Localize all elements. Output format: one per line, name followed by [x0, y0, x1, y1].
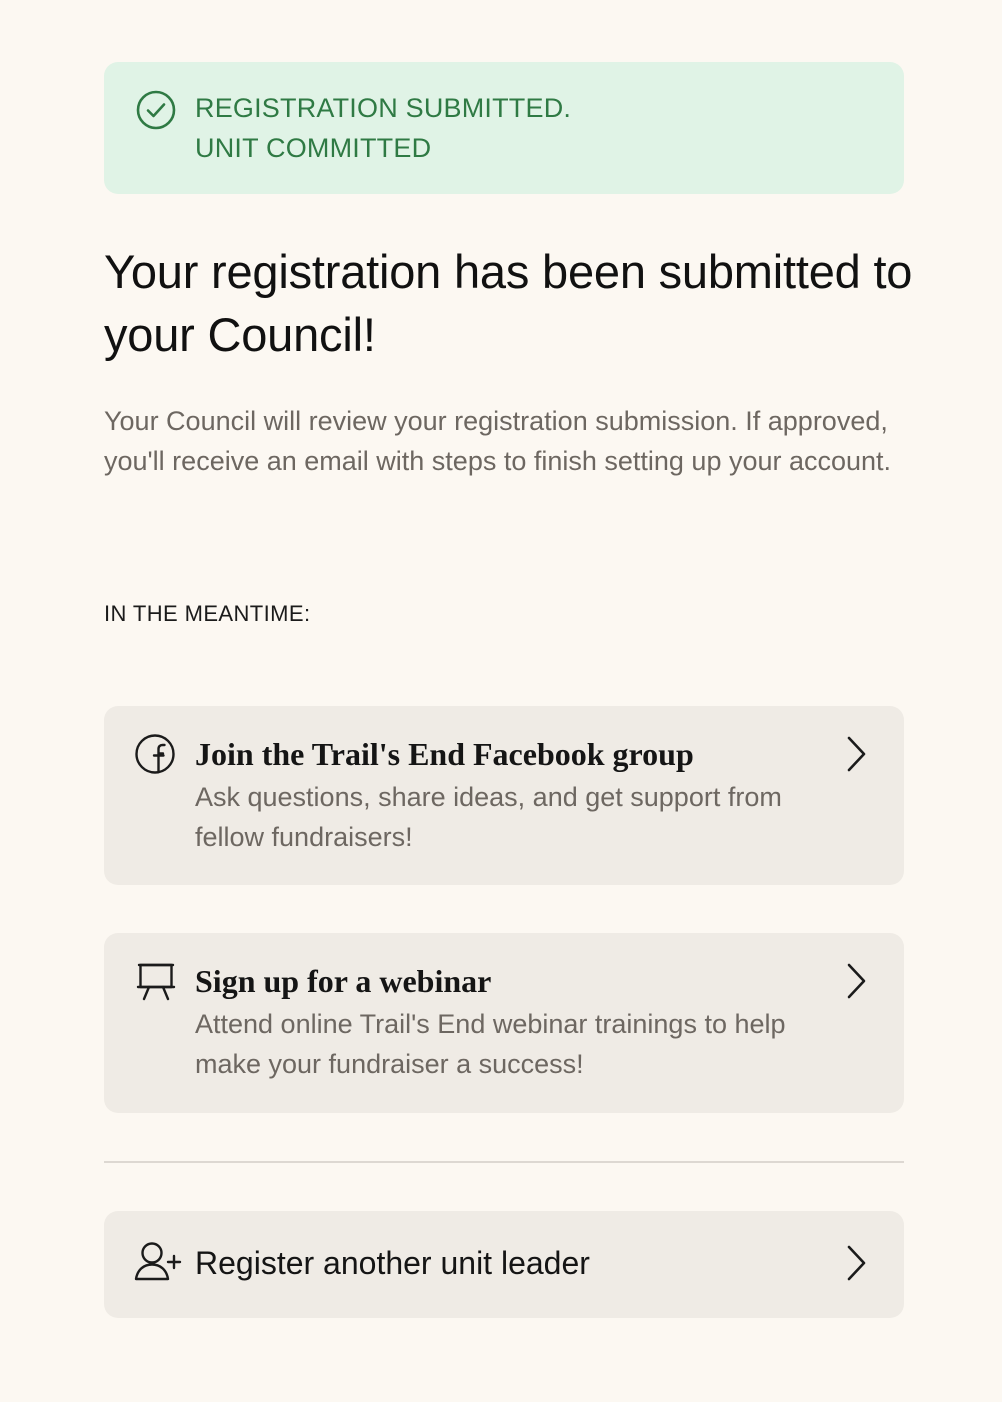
success-banner: REGISTRATION SUBMITTED. UNIT COMMITTED — [104, 62, 904, 194]
chevron-right-icon — [844, 1243, 868, 1283]
intro-paragraph: Your Council will review your registrati… — [104, 406, 892, 476]
facebook-card-description: Ask questions, share ideas, and get supp… — [195, 782, 782, 852]
section-divider — [104, 1161, 904, 1163]
banner-status-line-2: UNIT COMMITTED — [195, 133, 432, 163]
chevron-right-icon — [844, 734, 868, 774]
registration-confirmation-page: REGISTRATION SUBMITTED. UNIT COMMITTED Y… — [0, 0, 1002, 1402]
banner-status-line-1: REGISTRATION SUBMITTED. — [195, 93, 572, 123]
webinar-card[interactable]: Sign up for a webinar Attend online Trai… — [104, 933, 904, 1113]
facebook-card-title: Join the Trail's End Facebook group — [195, 736, 694, 772]
user-add-icon — [134, 1241, 182, 1283]
facebook-icon — [135, 734, 177, 776]
check-circle-icon — [136, 90, 176, 130]
webinar-card-description: Attend online Trail's End webinar traini… — [195, 1009, 786, 1079]
section-label: IN THE MEANTIME: — [104, 601, 311, 626]
chevron-right-icon — [844, 961, 868, 1001]
register-unit-leader-label: Register another unit leader — [195, 1245, 590, 1281]
facebook-group-card[interactable]: Join the Trail's End Facebook group Ask … — [104, 706, 904, 885]
webinar-card-title: Sign up for a webinar — [195, 963, 492, 999]
presentation-board-icon — [135, 961, 177, 1003]
page-title: Your registration has been submitted to … — [104, 245, 913, 361]
banner-status-text: REGISTRATION SUBMITTED. UNIT COMMITTED — [195, 88, 571, 168]
register-unit-leader-card[interactable]: Register another unit leader — [104, 1211, 904, 1318]
